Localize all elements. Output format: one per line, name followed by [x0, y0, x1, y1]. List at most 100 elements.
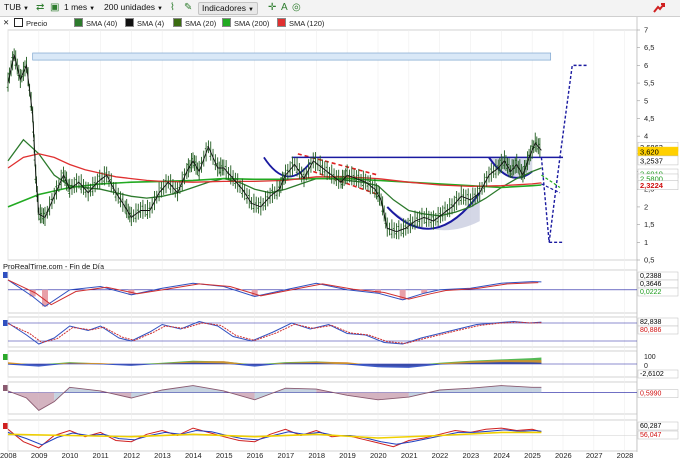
legend-item-sma40[interactable]: SMA (40): [74, 18, 117, 28]
sma-line: [7, 138, 542, 217]
koncorde-axis-label: 100: [644, 354, 656, 361]
new-window-icon[interactable]: ▣: [50, 2, 59, 13]
year-tick-label: 2017: [278, 451, 295, 460]
momentum-title: Mom (12): [3, 383, 43, 392]
flag-upper-line: [297, 153, 379, 176]
period-selector[interactable]: 1 mes ▼: [64, 2, 95, 13]
legend-item-sma120[interactable]: SMA (120): [277, 18, 324, 28]
momentum-area: [285, 388, 317, 393]
y-tick-label: 6: [644, 61, 648, 70]
momentum-area: [439, 388, 471, 393]
koncorde-area: [8, 362, 542, 368]
projection-path: [540, 64, 588, 243]
crosshair-icon[interactable]: ✛: [268, 2, 276, 13]
stoch-line: [7, 321, 542, 344]
year-tick-label: 2011: [93, 451, 109, 460]
stoch-label-bg: [637, 317, 679, 327]
panel-swatch: [3, 354, 9, 360]
legend-swatch: [222, 18, 231, 27]
macd-value-label: 0,0222: [640, 289, 662, 296]
year-tick-label: 2027: [586, 451, 603, 460]
momentum-area: [54, 387, 70, 402]
year-tick-label: 2010: [62, 451, 79, 460]
panel-frame: [7, 29, 638, 261]
price-label-bg: [637, 146, 679, 157]
year-tick-label: 2009: [31, 451, 48, 460]
legend-item-price[interactable]: Precio: [14, 18, 47, 28]
momentum-line: [7, 385, 542, 411]
legend-swatch: [277, 18, 286, 27]
price-label-bg: [637, 173, 679, 184]
legend-swatch: [74, 18, 83, 27]
momentum-area: [131, 390, 163, 398]
stoch-value-label: 80,886: [640, 327, 662, 334]
koncorde-axis-label: 0: [644, 363, 648, 370]
legend-item-sma200[interactable]: SMA (200): [222, 18, 269, 28]
y-tick-label: 1: [644, 238, 648, 247]
macd-label-bg: [637, 287, 679, 297]
y-tick-label: 4: [644, 132, 648, 141]
price-label: 2,6919: [640, 170, 663, 179]
price-label: 2,5800: [640, 174, 663, 183]
momentum-area: [470, 385, 502, 393]
chevron-down-icon: ▼: [89, 6, 96, 12]
chart-type-icon[interactable]: ⌇: [170, 2, 175, 13]
legend: ✕ Precio SMA (40) SMA (4) SMA (20) SMA (…: [0, 17, 640, 29]
y-tick-label: 4,5: [644, 114, 654, 123]
year-tick-label: 2015: [216, 451, 233, 460]
momentum-area: [532, 387, 542, 393]
drawing-tools-icon[interactable]: ✎: [184, 2, 192, 13]
rsi-line: [7, 427, 542, 449]
price-label-bg: [637, 180, 679, 190]
indicators-button[interactable]: Indicadores ▼: [198, 2, 258, 15]
chevron-down-icon: ▼: [157, 6, 163, 12]
momentum-area: [316, 389, 348, 396]
macd-histogram-bar: [421, 289, 428, 294]
trend-icon[interactable]: [652, 1, 666, 15]
panel-swatch: [3, 320, 9, 326]
momentum-area: [69, 387, 101, 393]
right-axis-bg: [637, 17, 680, 460]
legend-close-icon[interactable]: ✕: [3, 18, 9, 28]
year-tick-label: 2018: [308, 451, 325, 460]
macd-label-bg: [637, 279, 679, 289]
price-label: 2,3224: [640, 181, 664, 190]
momentum-value-label: 0,5990: [640, 391, 662, 398]
price-label: 3,620: [640, 148, 659, 157]
year-tick-label: 2019: [339, 451, 356, 460]
momentum-area: [501, 385, 533, 393]
legend-item-sma20[interactable]: SMA (20): [173, 18, 216, 28]
koncorde-title: Blai5 Koncorde v.09 (15): [3, 352, 93, 361]
stoch-line: [7, 320, 542, 345]
macd-histogram-bar: [128, 289, 135, 295]
y-tick-label: 1,5: [644, 220, 654, 229]
text-tool-icon[interactable]: A: [281, 2, 288, 13]
macd-histogram-bar: [375, 289, 381, 294]
y-tick-label: 0,5: [644, 256, 654, 265]
handle-arc: [488, 156, 533, 179]
early-cup-arc: [263, 156, 311, 178]
momentum-area: [408, 390, 440, 398]
koncorde-area: [8, 360, 542, 367]
rsi-value-label: 60,287: [640, 423, 662, 430]
legend-item-sma4[interactable]: SMA (4): [125, 18, 164, 28]
rsi-line: [7, 429, 542, 446]
compare-icon[interactable]: ⇄: [36, 2, 44, 13]
macd-label-bg: [637, 271, 679, 281]
panel-frame: [7, 316, 638, 348]
rsi-line: [7, 431, 542, 439]
macd-histogram-bar: [29, 289, 36, 297]
symbol-selector[interactable]: TUB ▼: [4, 2, 29, 13]
year-tick-label: 2023: [463, 451, 480, 460]
zoom-icon[interactable]: ◎: [292, 2, 301, 13]
momentum-area: [378, 392, 409, 400]
year-tick-label: 2028: [617, 451, 634, 460]
units-selector[interactable]: 200 unidades ▼: [104, 2, 163, 13]
handle-fill: [489, 157, 533, 178]
momentum-area: [254, 388, 286, 400]
cup-arc: [386, 192, 481, 230]
price-label-bg: [637, 168, 679, 179]
koncorde-value-label: -2,6102: [640, 371, 664, 378]
macd-line: [7, 279, 539, 306]
panel-frame: [7, 419, 638, 452]
